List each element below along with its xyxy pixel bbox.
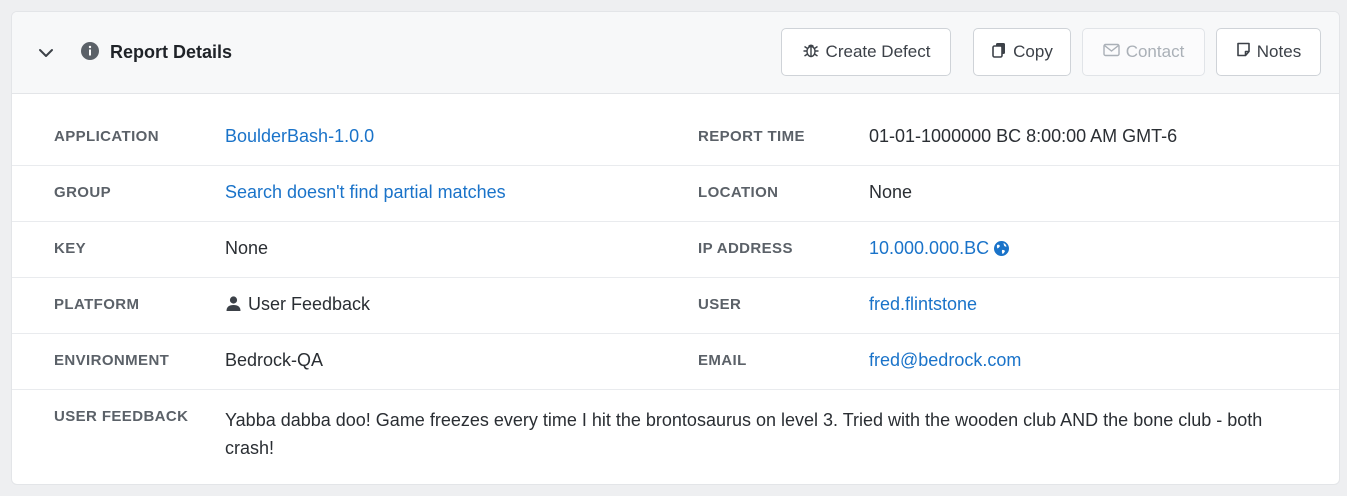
contact-button[interactable]: Contact [1082,28,1205,76]
user-icon [225,295,242,317]
report-time-label: REPORT TIME [698,128,805,145]
ip-address-link[interactable]: 10.000.000.BC [869,238,989,258]
detail-row: KEY None IP ADDRESS 10.000.000.BC [12,222,1339,278]
report-time-value: 01-01-1000000 BC 8:00:00 AM GMT-6 [869,126,1178,146]
create-defect-label: Create Defect [825,42,931,61]
detail-row: PLATFORM User Feedback USER fred.flintst… [12,278,1339,334]
platform-value: User Feedback [225,293,370,317]
bug-icon [802,41,820,64]
platform-text: User Feedback [248,294,371,314]
application-link[interactable]: BoulderBash-1.0.0 [225,125,374,147]
environment-label: ENVIRONMENT [54,352,170,369]
location-label: LOCATION [698,184,779,201]
info-icon [80,41,100,61]
detail-row: USER FEEDBACK Yabba dabba doo! Game free… [12,390,1339,470]
group-link[interactable]: Search doesn't find partial matches [225,181,506,203]
user-feedback-label: USER FEEDBACK [54,408,189,425]
key-label: KEY [54,240,87,257]
ip-address-value: 10.000.000.BC [869,237,1010,262]
location-value: None [869,182,913,202]
key-value: None [225,238,269,258]
group-label: GROUP [54,184,112,201]
notes-label: Notes [1256,42,1302,61]
email-label: EMAIL [698,352,747,369]
page-title: Report Details [110,42,233,62]
chevron-down-icon[interactable] [37,44,55,62]
copy-button[interactable]: Copy [973,28,1071,76]
detail-row: APPLICATION BoulderBash-1.0.0 REPORT TIM… [12,110,1339,166]
copy-icon [991,42,1007,63]
note-icon [1236,42,1251,62]
panel-header: Report Details Create Defect Copy Contac… [12,12,1339,94]
create-defect-button[interactable]: Create Defect [781,28,951,76]
contact-label: Contact [1125,42,1185,61]
globe-icon[interactable] [993,240,1010,262]
notes-button[interactable]: Notes [1216,28,1321,76]
platform-label: PLATFORM [54,296,140,313]
environment-value: Bedrock-QA [225,350,324,370]
application-label: APPLICATION [54,128,159,145]
detail-row: GROUP Search doesn't find partial matche… [12,166,1339,222]
detail-row: ENVIRONMENT Bedrock-QA EMAIL fred@bedroc… [12,334,1339,390]
copy-label: Copy [1013,42,1053,61]
user-feedback-text: Yabba dabba doo! Game freezes every time… [225,410,1263,458]
user-link[interactable]: fred.flintstone [869,293,977,315]
mail-icon [1103,42,1120,62]
user-label: USER [698,296,742,313]
report-details-panel: Report Details Create Defect Copy Contac… [11,11,1340,485]
ip-address-label: IP ADDRESS [698,240,793,257]
email-link[interactable]: fred@bedrock.com [869,349,1021,371]
